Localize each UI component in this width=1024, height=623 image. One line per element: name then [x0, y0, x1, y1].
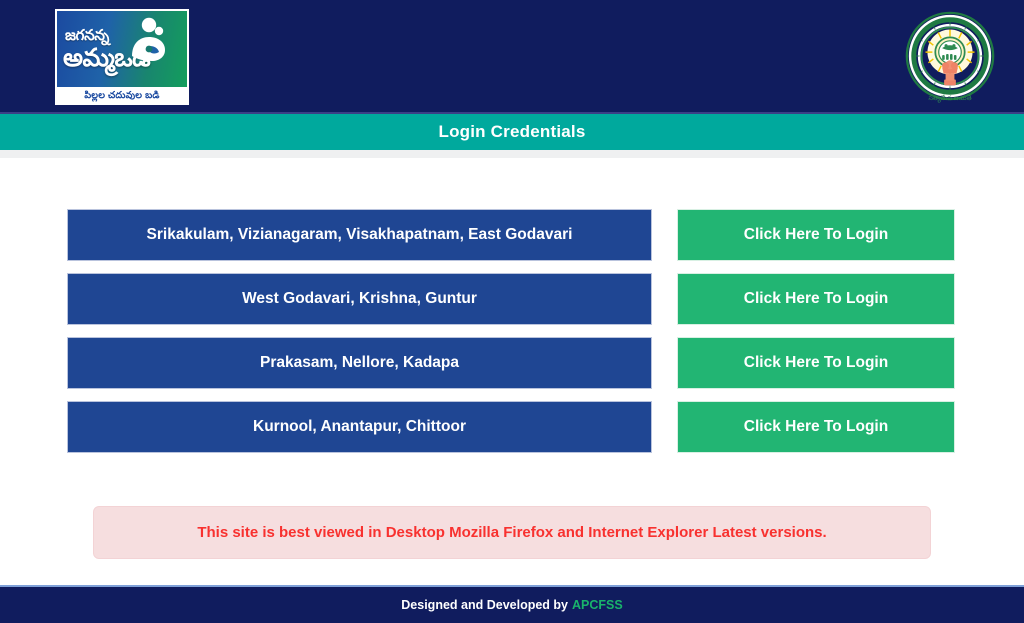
main-content: Srikakulam, Vizianagaram, Visakhapatnam,…	[0, 158, 1024, 585]
site-header: జగనన్న అమ్మఒడి పిల్లల చదువుల బడి సత్యమేవ…	[0, 0, 1024, 114]
district-login-list: Srikakulam, Vizianagaram, Visakhapatnam,…	[67, 209, 957, 465]
notice-text: This site is best viewed in Desktop Mozi…	[197, 524, 827, 541]
andhra-pradesh-government-emblem-icon: సత్యమేవ జయతే	[905, 11, 995, 103]
list-item: West Godavari, Krishna, Guntur Click Her…	[67, 273, 957, 325]
footer-credit-text: Designed and Developed by	[401, 598, 568, 612]
page-title-bar: Login Credentials	[0, 114, 1024, 150]
district-group-button-4[interactable]: Kurnool, Anantapur, Chittoor	[67, 401, 652, 453]
list-item: Prakasam, Nellore, Kadapa Click Here To …	[67, 337, 957, 389]
login-button-4[interactable]: Click Here To Login	[677, 401, 955, 453]
site-footer: Designed and Developed by APCFSS	[0, 587, 1024, 623]
list-item: Kurnool, Anantapur, Chittoor Click Here …	[67, 401, 957, 453]
ashoka-pillar	[942, 60, 958, 86]
logo-caption-text: పిల్లల చదువుల బడి	[57, 87, 187, 105]
login-credentials-page: జగనన్న అమ్మఒడి పిల్లల చదువుల బడి సత్యమేవ…	[0, 0, 1024, 623]
title-bar-divider	[0, 150, 1024, 158]
page-title: Login Credentials	[438, 122, 586, 141]
apcfss-link[interactable]: APCFSS	[572, 598, 623, 612]
mother-and-child-icon	[132, 17, 165, 61]
logo-gradient-panel: జగనన్న అమ్మఒడి	[57, 11, 187, 87]
header-bottom-rule	[0, 112, 1024, 114]
district-group-button-1[interactable]: Srikakulam, Vizianagaram, Visakhapatnam,…	[67, 209, 652, 261]
login-button-1[interactable]: Click Here To Login	[677, 209, 955, 261]
login-button-3[interactable]: Click Here To Login	[677, 337, 955, 389]
district-group-button-2[interactable]: West Godavari, Krishna, Guntur	[67, 273, 652, 325]
district-group-button-3[interactable]: Prakasam, Nellore, Kadapa	[67, 337, 652, 389]
list-item: Srikakulam, Vizianagaram, Visakhapatnam,…	[67, 209, 957, 261]
login-button-2[interactable]: Click Here To Login	[677, 273, 955, 325]
logo-line1-text: జగనన్న	[65, 27, 110, 44]
browser-compatibility-notice: This site is best viewed in Desktop Mozi…	[93, 506, 931, 559]
emblem-bottom-text: సత్యమేవ జయతే	[928, 94, 971, 103]
jagananna-ammavodi-logo: జగనన్న అమ్మఒడి పిల్లల చదువుల బడి	[55, 9, 189, 105]
